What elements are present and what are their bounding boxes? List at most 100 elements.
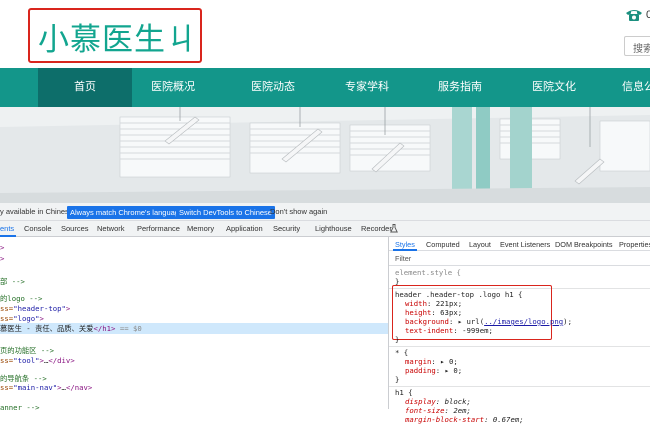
dom-node-line[interactable]: > (0, 254, 4, 264)
nav-item-experts[interactable]: 专家学科 (330, 68, 404, 107)
prop-value[interactable]: 63px; (440, 308, 462, 317)
dom-node-line[interactable]: 部 --> (0, 277, 25, 287)
dom-token: > (0, 254, 5, 263)
dom-token: == $0 (115, 324, 142, 333)
dom-node-line[interactable]: ss="header-top"> (0, 304, 70, 314)
match-language-button[interactable]: Always match Chrome's language (67, 206, 187, 219)
prop-name: text-indent (405, 326, 454, 335)
tab-lighthouse[interactable]: Lighthouse (315, 224, 352, 233)
dom-token: ss= (0, 383, 14, 392)
prop-value: 0.67em; (492, 415, 524, 424)
tab-network[interactable]: Network (97, 224, 125, 233)
prop-value: ▸ url( (457, 317, 485, 326)
tab-computed[interactable]: Computed (426, 240, 460, 249)
dom-node-line[interactable]: 慕医生 - 责任、品质、关爱</h1> == $0 (0, 324, 142, 334)
dom-token: 部 --> (0, 277, 25, 286)
dom-token: ss= (0, 356, 14, 365)
prop-name: margin (405, 357, 432, 366)
main-nav: 首页 医院概况 医院动态 专家学科 服务指南 医院文化 信息公 (0, 68, 650, 107)
tab-layout[interactable]: Layout (469, 240, 491, 249)
styles-tab-underline (393, 249, 417, 251)
nav-item-guide[interactable]: 服务指南 (423, 68, 497, 107)
phone-icon (626, 10, 642, 21)
tab-application[interactable]: Application (226, 224, 263, 233)
elements-dom-tree: > > 部 --> 的logo --> ss="header-top"> ss="logo… (0, 237, 388, 412)
prop-name: padding (405, 366, 436, 375)
dom-node-line[interactable]: anner --> (0, 403, 40, 413)
prop-name: display (405, 397, 436, 406)
phone-number: 0 (646, 9, 650, 21)
tab-console[interactable]: Console (24, 224, 52, 233)
dom-token: "header-top" (13, 304, 66, 313)
styles-tabbar: Styles Computed Layout Event Listeners D… (389, 237, 650, 251)
prop-name: margin-block-start (405, 415, 485, 424)
dom-token: > (39, 314, 44, 323)
dom-token: "main-nav" (13, 383, 58, 392)
devtools-language-infobar: y available in Chinese! Always match Chr… (0, 203, 650, 221)
dom-token: 慕医生 - 责任、品质、关爱 (0, 324, 94, 333)
dom-node-line[interactable]: 页的功能区 --> (0, 346, 54, 356)
dom-token: </div> (48, 356, 75, 365)
nav-item-info[interactable]: 信息公 (622, 68, 650, 107)
dom-token: ss= (0, 314, 14, 323)
dom-node-line[interactable]: ss="main-nav">…</nav> (0, 383, 92, 393)
dom-token: ss= (0, 304, 14, 313)
tab-recorder[interactable]: Recorder (361, 224, 392, 233)
tab-performance[interactable]: Performance (137, 224, 180, 233)
dom-token: 的导航条 --> (0, 374, 47, 383)
tab-dom-breakpoints[interactable]: DOM Breakpoints (555, 240, 613, 249)
dom-node-line[interactable]: ss="logo"> (0, 314, 44, 324)
tab-memory[interactable]: Memory (187, 224, 214, 233)
prop-value[interactable]: 221px; (436, 299, 462, 308)
devtools-tabbar: ents Console Sources Network Performance… (0, 221, 650, 237)
dom-token: </h1> (93, 324, 116, 333)
rule-separator (389, 346, 650, 347)
dom-node-line[interactable]: ss="tool">…</div> (0, 356, 75, 366)
recorder-flask-icon (390, 224, 398, 233)
prop-value[interactable]: ▸ 0; (445, 366, 463, 375)
tab-event-listeners[interactable]: Event Listeners (500, 240, 550, 249)
styles-filter-input[interactable]: Filter (395, 254, 411, 263)
prop-text-indent[interactable]: text-indent: -999em; (405, 326, 493, 336)
tab-elements[interactable]: ents (0, 224, 14, 233)
rule-close: } (395, 375, 400, 384)
element-style-rule[interactable]: element.style { (395, 268, 461, 278)
dom-token: 页的功能区 --> (0, 346, 55, 355)
dom-token: </nav> (65, 383, 93, 392)
dom-token: 的logo --> (0, 294, 43, 303)
nav-item-news[interactable]: 医院动态 (236, 68, 310, 107)
dom-node-line[interactable]: 的logo --> (0, 294, 42, 304)
banner-image (0, 107, 650, 203)
dom-token: anner --> (0, 403, 40, 412)
prop-margin-block-start: margin-block-start: 0.67em; (405, 415, 524, 424)
switch-chinese-button[interactable]: Switch DevTools to Chinese (176, 206, 275, 219)
nav-item-home[interactable]: 首页 (38, 68, 132, 107)
prop-padding[interactable]: padding: ▸ 0; (405, 366, 462, 376)
dom-token: "logo" (13, 314, 40, 323)
prop-value: block; (444, 397, 471, 406)
background-url-link[interactable]: ../images/logo.png (484, 317, 563, 326)
search-input[interactable]: 搜索 (624, 36, 650, 56)
rule-separator (389, 386, 650, 387)
rule-close: } (395, 335, 400, 344)
dom-node-line[interactable]: > (0, 243, 4, 253)
tab-properties[interactable]: Properties (619, 240, 650, 249)
tab-sources[interactable]: Sources (61, 224, 89, 233)
infobar-message: y available in Chinese! (0, 207, 76, 216)
dont-show-again-link[interactable]: Don't show again (270, 207, 327, 216)
prop-value[interactable]: ▸ 0; (440, 357, 458, 366)
tab-styles[interactable]: Styles (395, 240, 415, 249)
prop-value[interactable]: -999em; (462, 326, 493, 335)
dom-token: > (0, 243, 5, 252)
prop-name: font-size (405, 406, 445, 415)
tab-security[interactable]: Security (273, 224, 300, 233)
prop-name: width (405, 299, 427, 308)
prop-name: background (405, 317, 449, 326)
filter-divider (389, 265, 650, 266)
prop-value: 2em; (453, 406, 471, 415)
nav-item-culture[interactable]: 医院文化 (517, 68, 591, 107)
styles-pane: Styles Computed Layout Event Listeners D… (389, 237, 650, 424)
nav-item-overview[interactable]: 医院概况 (136, 68, 210, 107)
dom-token: "tool" (13, 356, 40, 365)
site-logo[interactable]: 小慕医生ㄐ (38, 14, 198, 59)
